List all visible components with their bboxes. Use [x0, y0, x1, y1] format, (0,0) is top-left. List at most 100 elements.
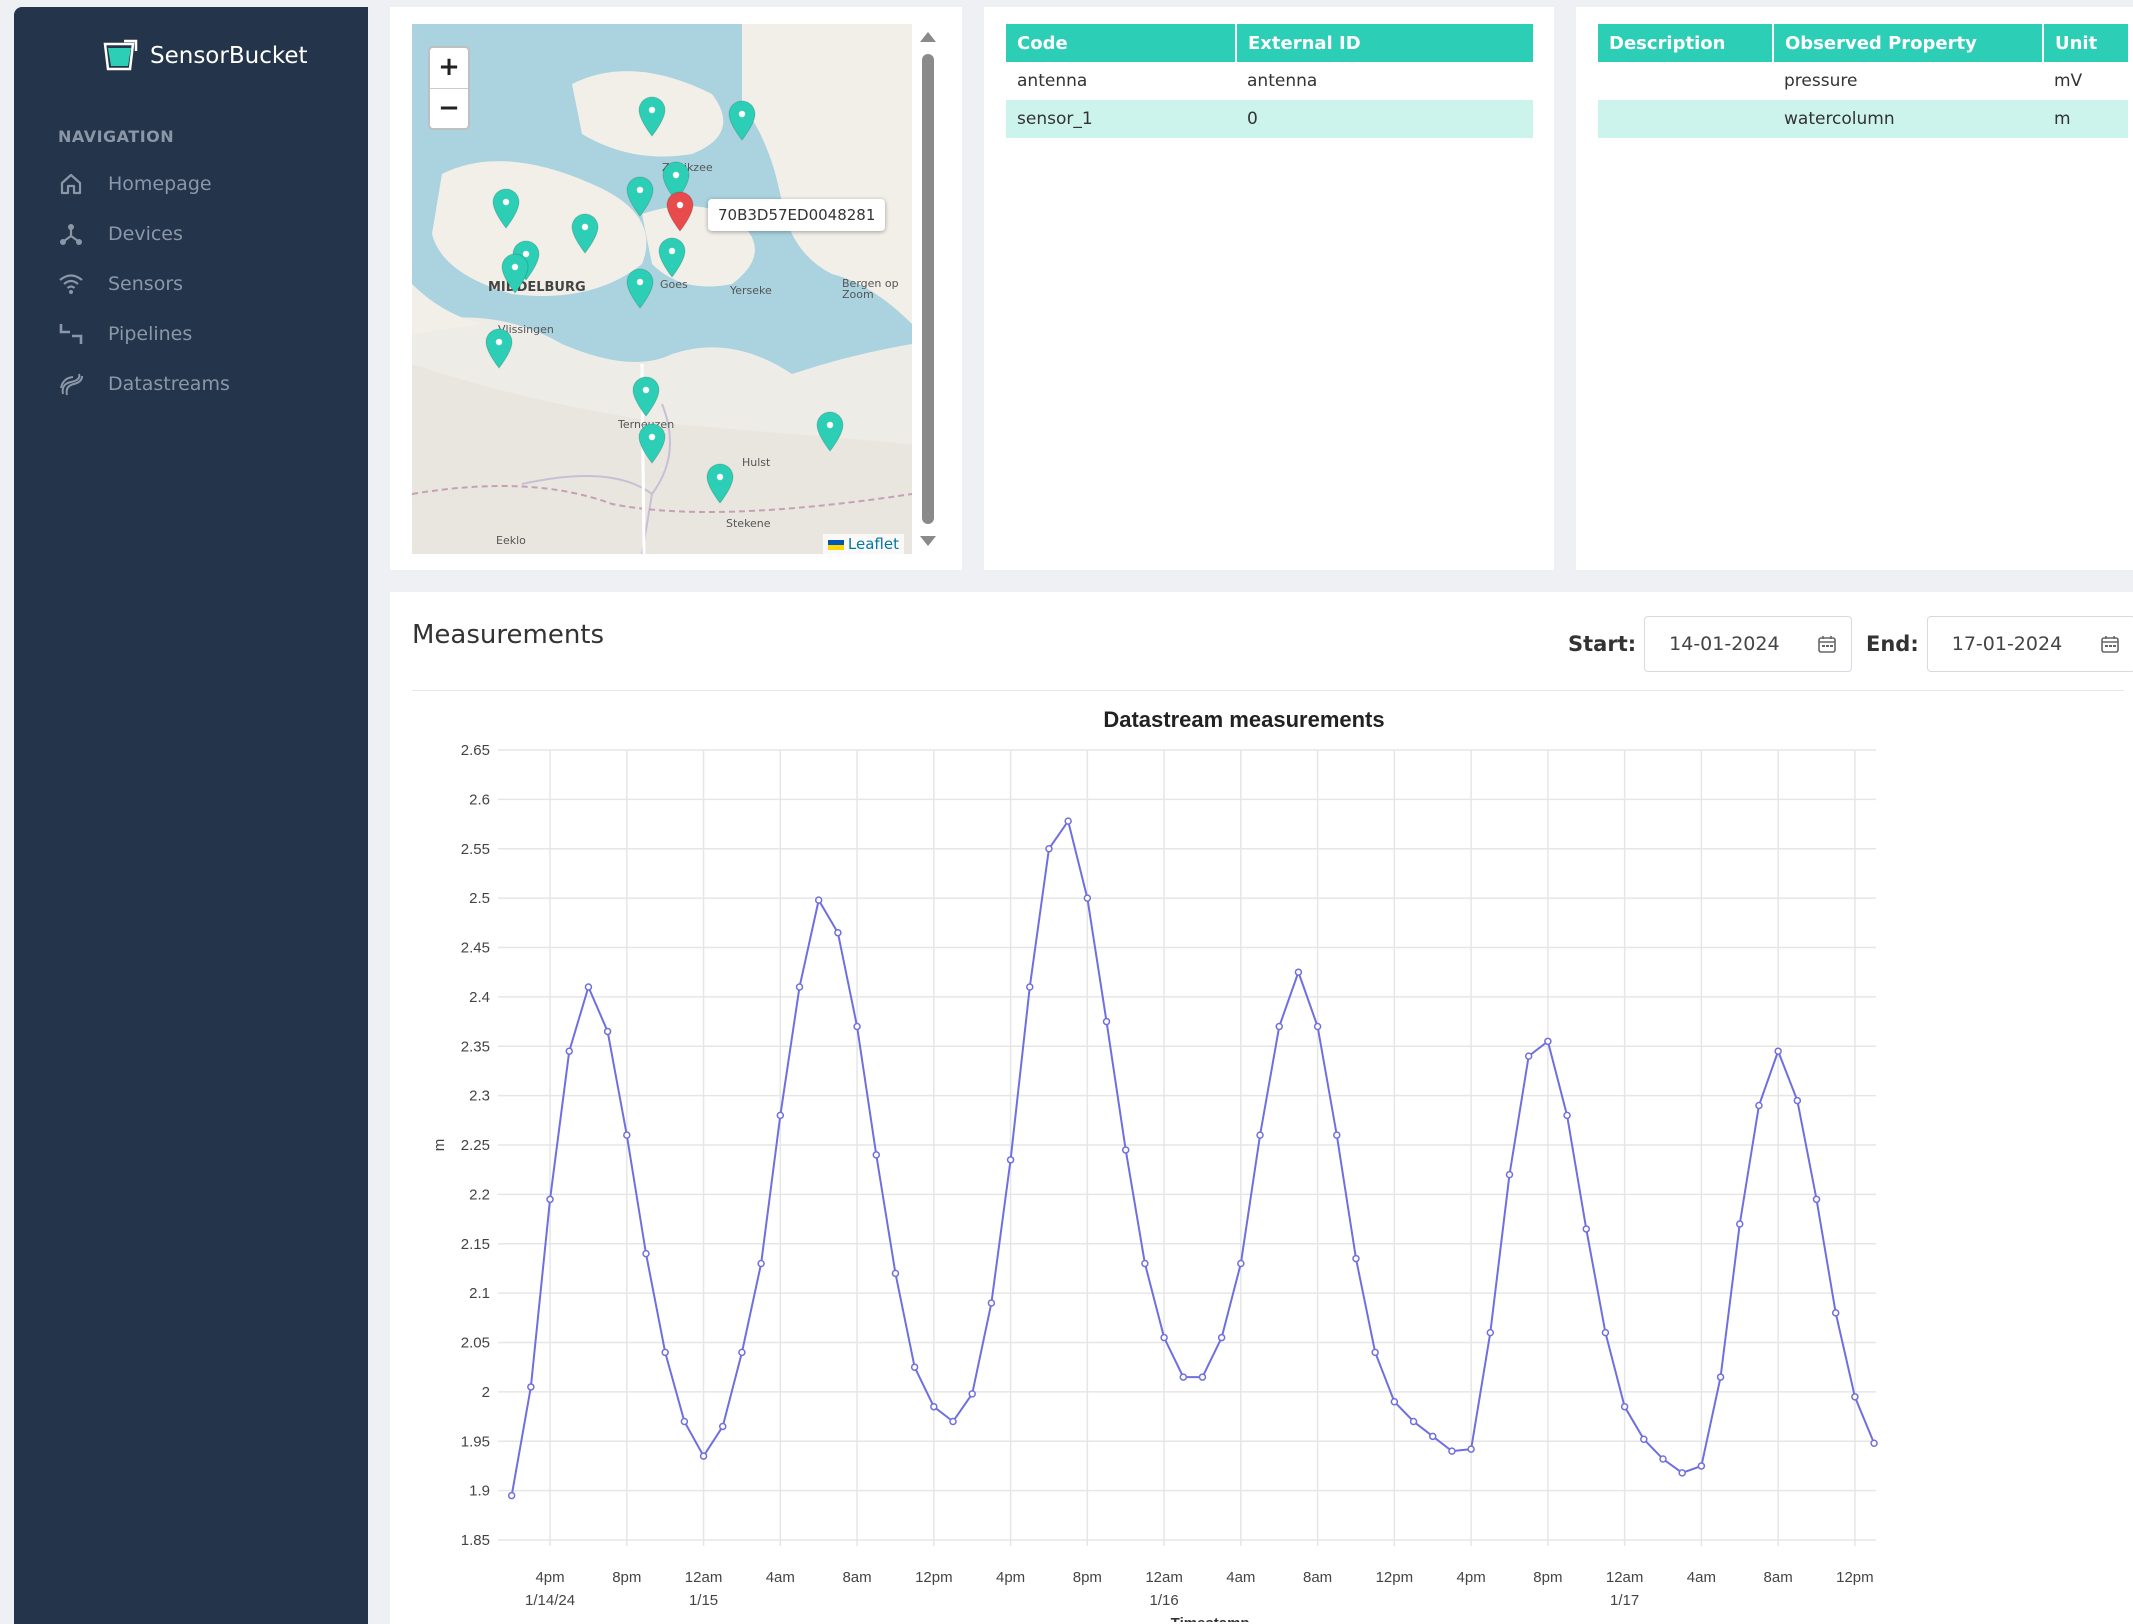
map-marker-icon[interactable]: [490, 187, 522, 229]
column-header-observed-property[interactable]: Observed Property: [1773, 24, 2044, 62]
nav-item-datastreams[interactable]: Datastreams: [54, 359, 354, 409]
map-marker-icon[interactable]: [624, 175, 656, 217]
ukraine-flag-icon: [827, 539, 844, 550]
x-tick-sublabel: 1/14/24: [525, 1592, 575, 1609]
attribution-link[interactable]: Leaflet: [848, 535, 899, 553]
data-point: [1812, 1195, 1821, 1204]
column-header-external-id[interactable]: External ID: [1236, 24, 1533, 62]
calendar-icon[interactable]: [2100, 634, 2120, 654]
datastream-props-card: Description Observed Property Unit press…: [1576, 7, 2133, 570]
sidebar: SensorBucket NAVIGATION Homepage Devices…: [14, 7, 368, 1624]
nav-label: Homepage: [108, 173, 212, 195]
data-point: [891, 1269, 900, 1278]
map-place-label: Yerseke: [730, 284, 772, 297]
y-tick-label: 2: [482, 1384, 490, 1401]
data-point: [1851, 1393, 1859, 1401]
map-marker-icon[interactable]: [726, 99, 758, 141]
y-tick-label: 2.45: [461, 940, 490, 957]
calendar-icon[interactable]: [1817, 634, 1837, 654]
scrollbar-thumb[interactable]: [922, 54, 934, 524]
datastream-props-table: Description Observed Property Unit press…: [1598, 24, 2128, 138]
x-tick-label: 4am: [1226, 1569, 1255, 1586]
data-point: [834, 928, 842, 937]
data-point: [603, 1027, 612, 1036]
scroll-down-arrow-icon[interactable]: [920, 536, 936, 546]
data-point: [1160, 1333, 1168, 1342]
end-date-input[interactable]: 17-01-2024: [1926, 616, 2133, 672]
map-marker-icon[interactable]: [814, 410, 846, 452]
data-point: [1678, 1469, 1686, 1477]
data-point: [1141, 1259, 1149, 1268]
data-point: [795, 983, 804, 991]
map-marker-icon[interactable]: [630, 375, 662, 417]
data-point: [1198, 1373, 1207, 1381]
x-tick-label: 4pm: [996, 1569, 1025, 1586]
data-point: [1774, 1047, 1782, 1055]
x-tick-label: 12pm: [1836, 1569, 1874, 1586]
nav-item-devices[interactable]: Devices: [54, 209, 354, 259]
map-marker-icon[interactable]: [483, 327, 515, 369]
home-icon: [54, 169, 88, 199]
map-marker-icon[interactable]: [624, 267, 656, 309]
map-marker-selected-icon[interactable]: [664, 190, 696, 232]
data-point: [527, 1383, 535, 1391]
x-tick-label: 8am: [1303, 1569, 1332, 1586]
table-cell: 0: [1236, 100, 1533, 138]
data-point: [661, 1348, 669, 1357]
brand[interactable]: SensorBucket: [102, 33, 308, 79]
table-row[interactable]: pressure mV: [1598, 62, 2128, 100]
device-map[interactable]: + − Zierikzee MIDDELBURG Goes Yerseke Be…: [412, 24, 912, 554]
x-tick-label: 8pm: [1073, 1569, 1102, 1586]
map-marker-icon[interactable]: [636, 422, 668, 464]
map-marker-icon[interactable]: [636, 95, 668, 137]
scroll-up-arrow-icon[interactable]: [920, 32, 936, 42]
measurements-chart[interactable]: Datastream measurements 1.85 1.9 1.95 2 2.05 2…: [390, 692, 2133, 1622]
data-point: [1870, 1439, 1878, 1447]
nav-item-homepage[interactable]: Homepage: [54, 159, 354, 209]
data-point: [1352, 1254, 1360, 1263]
table-row-selected[interactable]: watercolumn m: [1598, 100, 2128, 138]
table-row[interactable]: antenna antenna: [1006, 62, 1533, 100]
column-header-description[interactable]: Description: [1598, 24, 1774, 62]
map-marker-icon[interactable]: [704, 462, 736, 504]
data-point: [1217, 1333, 1226, 1342]
y-tick-label: 1.9: [469, 1483, 490, 1500]
x-tick-label: 8pm: [612, 1569, 641, 1586]
map-place-label: Bergen op Zoom: [842, 277, 899, 301]
zoom-in-button[interactable]: +: [430, 48, 468, 88]
data-point: [565, 1047, 573, 1055]
table-cell: watercolumn: [1773, 100, 2043, 138]
start-date-input[interactable]: 14-01-2024: [1644, 616, 1853, 672]
map-marker-icon[interactable]: [569, 212, 601, 254]
data-point: [1486, 1328, 1495, 1337]
data-point: [584, 983, 593, 991]
y-tick-label: 2.3: [469, 1088, 490, 1105]
data-point: [699, 1452, 708, 1460]
nav-label: Datastreams: [108, 373, 230, 395]
data-point: [623, 1131, 631, 1139]
datastreams-icon: [54, 369, 88, 399]
map-marker-icon[interactable]: [656, 236, 688, 278]
series-line-m: [510, 818, 1876, 1496]
table-row-selected[interactable]: sensor_1 0: [1006, 100, 1533, 138]
zoom-out-button[interactable]: −: [430, 88, 468, 128]
data-point: [1275, 1022, 1283, 1031]
table-cell: [1598, 100, 1773, 138]
sensorbucket-logo-icon: [103, 39, 138, 71]
table-cell: pressure: [1784, 71, 1858, 91]
map-attribution[interactable]: Leaflet: [822, 534, 904, 554]
data-point: [1448, 1447, 1456, 1455]
map-marker-icon[interactable]: [499, 252, 531, 294]
x-tick-sublabel: 1/15: [689, 1592, 718, 1609]
map-scrollbar[interactable]: [918, 24, 936, 554]
nav-item-sensors[interactable]: Sensors: [54, 259, 354, 309]
nav-item-pipelines[interactable]: Pipelines: [54, 309, 354, 359]
column-header-code[interactable]: Code: [1006, 24, 1237, 62]
data-point: [814, 896, 823, 904]
column-header-unit[interactable]: Unit: [2043, 24, 2128, 62]
x-tick-sublabel: 1/16: [1149, 1592, 1178, 1609]
data-point: [1697, 1462, 1706, 1470]
data-point: [910, 1363, 919, 1371]
end-date-group: End: 17-01-2024: [1866, 616, 2133, 672]
x-tick-label: 4pm: [1457, 1569, 1486, 1586]
